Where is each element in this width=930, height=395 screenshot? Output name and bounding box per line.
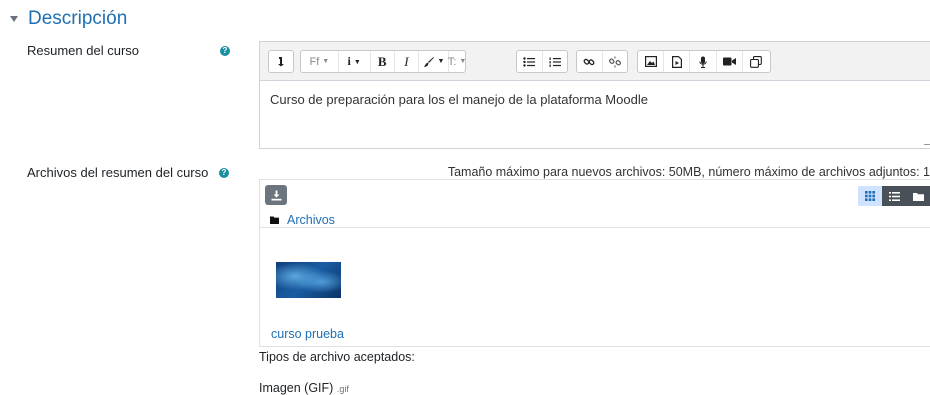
record-audio-button[interactable] — [689, 51, 715, 72]
brush-button[interactable]: ▼ — [418, 51, 448, 72]
media-file-icon — [671, 55, 682, 68]
folder-icon — [912, 192, 924, 201]
image-icon — [644, 56, 657, 67]
accepted-types-label: Tipos de archivo aceptados: — [259, 350, 415, 364]
collapse-caret-icon[interactable] — [10, 16, 18, 22]
help-icon[interactable]: ? — [219, 168, 229, 178]
toolbar-group — [268, 50, 294, 73]
info-button[interactable]: i ▼ — [337, 51, 370, 72]
insert-image-button[interactable] — [638, 51, 663, 72]
icon-view-button[interactable] — [858, 186, 882, 206]
brush-icon — [423, 56, 434, 67]
section-title[interactable]: Descripción — [28, 8, 127, 30]
breadcrumb-files-link[interactable]: Archivos — [287, 213, 335, 227]
section-header[interactable]: Descripción — [10, 8, 127, 30]
file-thumbnail[interactable] — [276, 262, 341, 298]
download-button[interactable] — [265, 185, 287, 205]
paragraph-style-button[interactable]: Ff ▼ — [301, 51, 338, 72]
microphone-icon — [699, 56, 707, 68]
resize-grip-icon[interactable] — [924, 138, 930, 145]
accepted-type-extension: .gif — [336, 384, 349, 394]
italic-button[interactable]: I — [393, 51, 418, 72]
manage-files-button[interactable] — [741, 51, 770, 72]
breadcrumb: Archivos — [270, 213, 335, 227]
folder-icon — [270, 216, 279, 224]
chevron-down-icon: ▼ — [322, 58, 330, 65]
record-video-button[interactable] — [715, 51, 742, 72]
unlink-button[interactable] — [601, 51, 628, 72]
summary-label: Resumen del curso — [27, 43, 139, 58]
grid-icon — [865, 191, 875, 201]
file-name-link[interactable]: curso prueba — [271, 327, 344, 341]
toolbar-group — [576, 50, 628, 73]
file-manager-area[interactable]: curso prueba — [259, 227, 930, 347]
link-icon — [583, 58, 595, 65]
info-icon: i — [347, 54, 351, 68]
files-label: Archivos del resumen del curso — [27, 165, 209, 180]
tree-view-button[interactable] — [906, 186, 930, 206]
toggle-toolbar-button[interactable] — [269, 51, 293, 72]
numbered-list-icon — [549, 57, 561, 67]
file-manager-toolbar: Archivos — [259, 179, 930, 227]
list-view-button[interactable] — [882, 186, 906, 206]
unlink-icon — [608, 56, 621, 67]
bullet-list-button[interactable] — [517, 51, 542, 72]
link-button[interactable] — [577, 51, 602, 72]
paragraph-style-label: Ff — [309, 55, 320, 68]
text-style-button[interactable]: T: ▼ — [447, 51, 467, 72]
toolbar-group: Ff ▼ i ▼ B I ▼ T: ▼ — [300, 50, 466, 73]
bullet-list-icon — [523, 56, 536, 67]
text-style-label: T: — [447, 55, 457, 68]
editor-toolbar: Ff ▼ i ▼ B I ▼ T: ▼ — [260, 42, 930, 81]
accepted-type-item: Imagen (GIF) .gif — [259, 381, 349, 395]
download-icon — [271, 190, 281, 200]
video-camera-icon — [722, 57, 736, 66]
toolbar-group — [516, 50, 568, 73]
insert-media-button[interactable] — [663, 51, 689, 72]
editor-content[interactable]: Curso de preparación para los el manejo … — [270, 92, 648, 107]
help-icon[interactable]: ? — [220, 46, 230, 56]
chevron-down-icon: ▼ — [437, 58, 445, 65]
chevron-down-icon: ▼ — [459, 58, 467, 65]
chevron-down-icon: ▼ — [353, 57, 361, 66]
view-switcher — [858, 186, 930, 206]
numbered-list-button[interactable] — [541, 51, 568, 72]
text-editor: Ff ▼ i ▼ B I ▼ T: ▼ Curso de preparación… — [259, 41, 930, 149]
bold-button[interactable]: B — [369, 51, 394, 72]
accepted-type-name: Imagen (GIF) — [259, 381, 334, 395]
list-icon — [888, 191, 900, 201]
toolbar-group — [637, 50, 771, 73]
toggle-toolbar-icon — [278, 57, 284, 67]
file-limits-text: Tamaño máximo para nuevos archivos: 50MB… — [447, 165, 930, 179]
copy-files-icon — [750, 55, 763, 68]
